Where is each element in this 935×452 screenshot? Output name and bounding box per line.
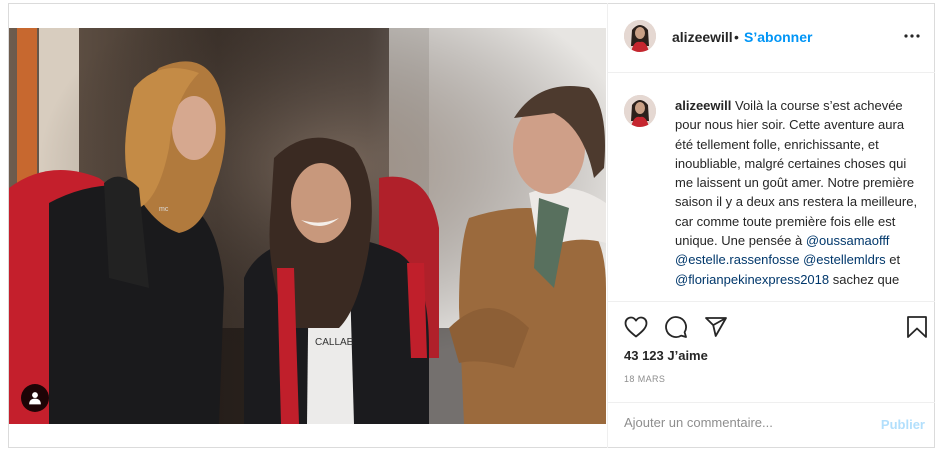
bookmark-icon (907, 316, 927, 338)
more-options-button[interactable] (901, 27, 923, 45)
mention-link[interactable]: @estelle.rassenfosse (675, 252, 799, 267)
avatar-image (624, 20, 656, 52)
post-photo[interactable]: mc CALLAE (9, 28, 606, 424)
publish-button[interactable]: Publier (881, 417, 925, 432)
post-photo-image: mc CALLAE (9, 28, 606, 424)
comment-bar: Publier (608, 402, 935, 448)
caption-area: alizeewill Voilà la course s’est achevée… (608, 74, 935, 302)
caption-avatar[interactable] (624, 95, 656, 127)
shirt-text: CALLAE (315, 337, 354, 348)
user-tag-icon (29, 392, 41, 405)
comment-input[interactable] (624, 415, 859, 430)
svg-text:mc: mc (159, 206, 169, 213)
caption-text: sachez que (829, 271, 900, 287)
avatar-image (624, 95, 656, 127)
separator-dot: • (734, 29, 739, 45)
avatar[interactable] (624, 20, 656, 52)
mention-link[interactable]: @florianpekinexpress2018 (675, 272, 829, 287)
post-header: alizeewill • S’abonner (608, 3, 935, 73)
share-button[interactable] (702, 313, 730, 341)
tag-people-button[interactable] (21, 384, 49, 412)
likes-count[interactable]: 43 123 J’aime (624, 348, 708, 363)
mention-link[interactable]: @estellemldrs (803, 252, 886, 267)
caption-text: Voilà la course s’est achevée pour nous … (675, 98, 918, 249)
heart-icon (624, 316, 648, 338)
post-username[interactable]: alizeewill (672, 29, 733, 45)
mention-link[interactable]: @oussamaofff (806, 233, 890, 248)
post-sidebar: alizeewill • S’abonner alizeewill Voilà … (607, 3, 935, 448)
share-icon (705, 317, 727, 337)
post-actions (608, 311, 935, 347)
caption-username[interactable]: alizeewill (675, 98, 731, 113)
post-date[interactable]: 18 MARS (624, 374, 665, 384)
like-button[interactable] (622, 313, 650, 341)
save-button[interactable] (903, 313, 931, 341)
comment-icon (665, 316, 687, 338)
comment-button[interactable] (662, 313, 690, 341)
more-horizontal-icon (904, 34, 920, 38)
caption-text: et (885, 252, 901, 268)
follow-button[interactable]: S’abonner (744, 29, 812, 45)
post-caption: alizeewill Voilà la course s’est achevée… (675, 96, 923, 289)
